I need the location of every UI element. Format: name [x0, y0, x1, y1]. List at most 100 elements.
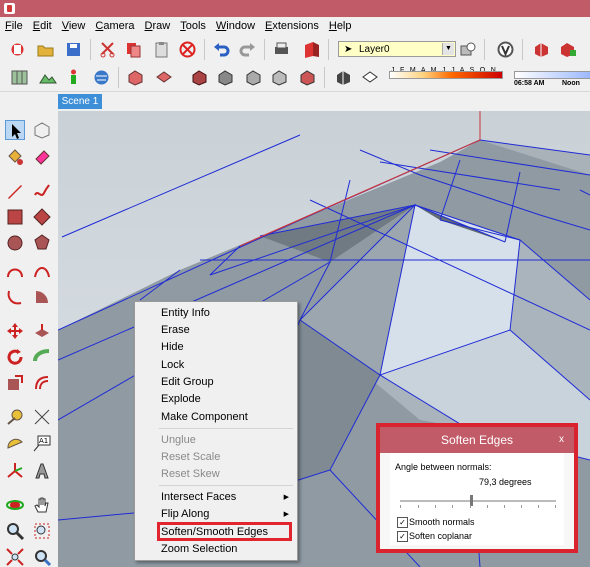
- menu-extensions[interactable]: Extensions: [260, 17, 324, 35]
- offset-icon[interactable]: [32, 373, 52, 393]
- push-pull-icon[interactable]: [32, 321, 52, 341]
- menu-item-explode[interactable]: Explode: [161, 391, 201, 408]
- top-view-icon[interactable]: [154, 68, 173, 87]
- menu-item-edit-group[interactable]: Edit Group: [161, 374, 214, 391]
- menu-draw[interactable]: Draw: [140, 17, 176, 35]
- dimension-icon[interactable]: [32, 407, 52, 427]
- smooth-normals-checkbox[interactable]: ✓: [397, 517, 408, 528]
- model-info-icon[interactable]: [302, 40, 321, 59]
- two-point-arc-icon[interactable]: [32, 261, 52, 281]
- menu-item-reset-skew[interactable]: Reset Skew: [161, 466, 220, 483]
- rotate-icon[interactable]: [5, 347, 25, 367]
- select-arrow-icon[interactable]: [5, 120, 25, 140]
- terrain-icon[interactable]: [38, 68, 57, 87]
- cut-icon[interactable]: [98, 40, 117, 59]
- geo-location-icon[interactable]: [496, 40, 515, 59]
- right-view-icon[interactable]: [216, 68, 235, 87]
- menu-item-reset-scale[interactable]: Reset Scale: [161, 449, 220, 466]
- dialog-body: Angle between normals: 79,3 degrees ✓ Sm…: [390, 453, 564, 545]
- soften-edges-dialog: Soften Edges x Angle between normals: 79…: [376, 423, 578, 553]
- rotated-rectangle-icon[interactable]: [32, 207, 52, 227]
- menu-tools[interactable]: Tools: [175, 17, 211, 35]
- menu-bar: File Edit View Camera Draw Tools Window …: [0, 17, 590, 35]
- tape-measure-icon[interactable]: [5, 407, 25, 427]
- erase-icon[interactable]: [178, 40, 197, 59]
- figure-icon[interactable]: [64, 68, 83, 87]
- chevron-down-icon: ▼: [442, 43, 454, 55]
- new-file-icon[interactable]: [8, 40, 27, 59]
- tab-scene-1[interactable]: Scene 1: [58, 94, 102, 109]
- layer-manager-icon[interactable]: [458, 40, 477, 59]
- layer-dropdown[interactable]: ➤ Layer0 ▼: [338, 41, 456, 57]
- paste-icon[interactable]: [152, 40, 171, 59]
- circle-icon[interactable]: [5, 233, 25, 253]
- menu-window[interactable]: Window: [211, 17, 260, 35]
- pie-icon[interactable]: [32, 287, 52, 307]
- fog-icon[interactable]: [360, 68, 379, 87]
- eraser-icon[interactable]: [32, 147, 52, 167]
- menu-item-hide[interactable]: Hide: [161, 339, 184, 356]
- open-folder-icon[interactable]: [36, 40, 55, 59]
- menu-item-zoom-selection[interactable]: Zoom Selection: [161, 541, 237, 558]
- pan-hand-icon[interactable]: [32, 495, 52, 515]
- menu-item-erase[interactable]: Erase: [161, 322, 190, 339]
- print-icon[interactable]: [272, 40, 291, 59]
- protractor-icon[interactable]: [5, 433, 25, 453]
- freehand-icon[interactable]: [32, 181, 52, 201]
- menu-file[interactable]: File: [0, 17, 28, 35]
- standard-toolbar: ➤ Layer0 ▼: [0, 35, 590, 64]
- back-view-icon[interactable]: [244, 68, 263, 87]
- angle-slider[interactable]: [400, 500, 556, 502]
- zoom-extents-icon[interactable]: [5, 547, 25, 567]
- shadow-time-slider[interactable]: [514, 71, 590, 79]
- scale-icon[interactable]: [5, 373, 25, 393]
- globe-icon[interactable]: [92, 68, 111, 87]
- line-pencil-icon[interactable]: [5, 181, 25, 201]
- menu-item-make-component[interactable]: Make Component: [161, 409, 248, 426]
- axes-icon[interactable]: [5, 461, 25, 481]
- menu-camera[interactable]: Camera: [90, 17, 139, 35]
- menu-item-flip-along[interactable]: Flip Along: [161, 506, 209, 523]
- three-point-arc-icon[interactable]: [5, 287, 25, 307]
- menu-item-unglue[interactable]: Unglue: [161, 432, 196, 449]
- redo-icon[interactable]: [238, 40, 257, 59]
- map-icon[interactable]: [10, 68, 29, 87]
- shadow-date-slider[interactable]: [389, 71, 503, 79]
- menu-item-intersect-faces[interactable]: Intersect Faces: [161, 489, 236, 506]
- shadow-noon-label: Noon: [562, 80, 580, 87]
- rectangle-icon[interactable]: [5, 207, 25, 227]
- undo-icon[interactable]: [212, 40, 231, 59]
- 3d-text-icon[interactable]: [32, 461, 52, 481]
- menu-item-entity-info[interactable]: Entity Info: [161, 305, 210, 322]
- orbit-icon[interactable]: [5, 495, 25, 515]
- left-view-icon[interactable]: [270, 68, 289, 87]
- close-icon[interactable]: x: [559, 434, 564, 445]
- save-icon[interactable]: [64, 40, 83, 59]
- zoom-icon[interactable]: [5, 521, 25, 541]
- text-icon[interactable]: A1: [32, 433, 52, 453]
- previous-view-icon[interactable]: [32, 547, 52, 567]
- zoom-window-icon[interactable]: [32, 521, 52, 541]
- polygon-icon[interactable]: [32, 233, 52, 253]
- soften-coplanar-checkbox[interactable]: ✓: [397, 531, 408, 542]
- paint-bucket-icon[interactable]: [5, 147, 25, 167]
- shadows-toggle-icon[interactable]: [334, 68, 353, 87]
- move-icon[interactable]: [5, 321, 25, 341]
- make-component-icon[interactable]: [32, 120, 52, 140]
- menu-view[interactable]: View: [57, 17, 91, 35]
- components-icon[interactable]: [532, 40, 551, 59]
- menu-edit[interactable]: Edit: [28, 17, 57, 35]
- follow-me-icon[interactable]: [32, 347, 52, 367]
- dialog-title-bar[interactable]: Soften Edges x: [380, 427, 574, 453]
- copy-icon[interactable]: [124, 40, 143, 59]
- sketchup-logo-icon: [4, 3, 15, 14]
- warehouse-icon[interactable]: [558, 40, 577, 59]
- bottom-view-icon[interactable]: [298, 68, 317, 87]
- svg-text:A1: A1: [39, 437, 48, 445]
- menu-help[interactable]: Help: [324, 17, 357, 35]
- arc-icon[interactable]: [5, 261, 25, 281]
- iso-view-icon[interactable]: [126, 68, 145, 87]
- menu-item-lock[interactable]: Lock: [161, 357, 184, 374]
- large-tool-set: A1: [0, 111, 58, 567]
- front-view-icon[interactable]: [190, 68, 209, 87]
